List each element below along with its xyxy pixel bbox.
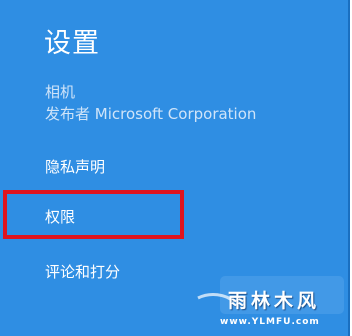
publisher-info: 发布者 Microsoft Corporation — [45, 105, 257, 123]
watermark-text: 雨林木风 — [228, 290, 321, 312]
privacy-statement-link[interactable]: 隐私声明 — [45, 157, 105, 177]
settings-title: 设置 — [44, 28, 100, 59]
highlight-box — [3, 190, 184, 239]
app-name: 相机 — [45, 83, 76, 101]
watermark: 雨林木风 www.YLMFU.com — [190, 262, 350, 334]
permissions-link[interactable]: 权限 — [45, 207, 75, 227]
rate-and-review-link[interactable]: 评论和打分 — [45, 262, 120, 282]
watermark-url: www.YLMFU.com — [220, 317, 320, 327]
